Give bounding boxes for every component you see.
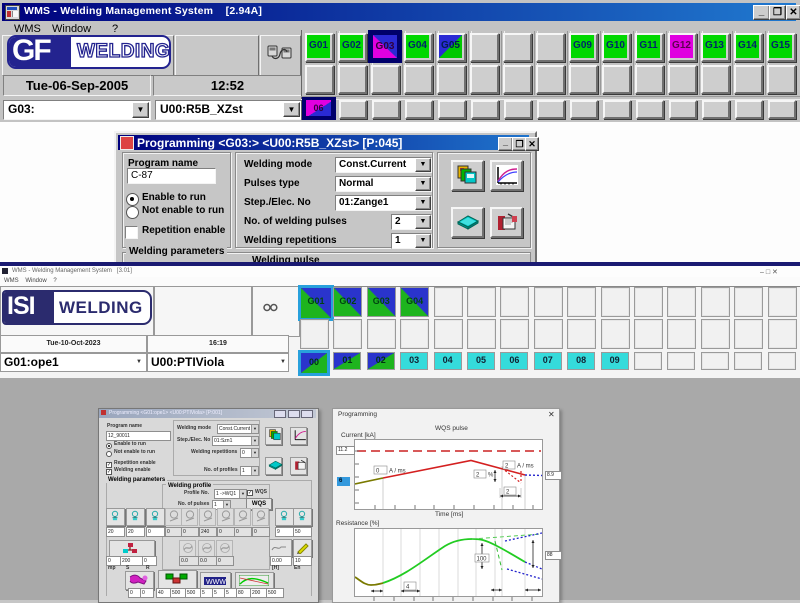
svg-text:A / ms: A / ms — [517, 464, 534, 470]
svg-text:WWW: WWW — [206, 579, 226, 586]
svg-text:100: 100 — [477, 557, 488, 563]
svg-text:A / ms: A / ms — [389, 469, 406, 475]
svg-text:%: % — [488, 473, 494, 479]
